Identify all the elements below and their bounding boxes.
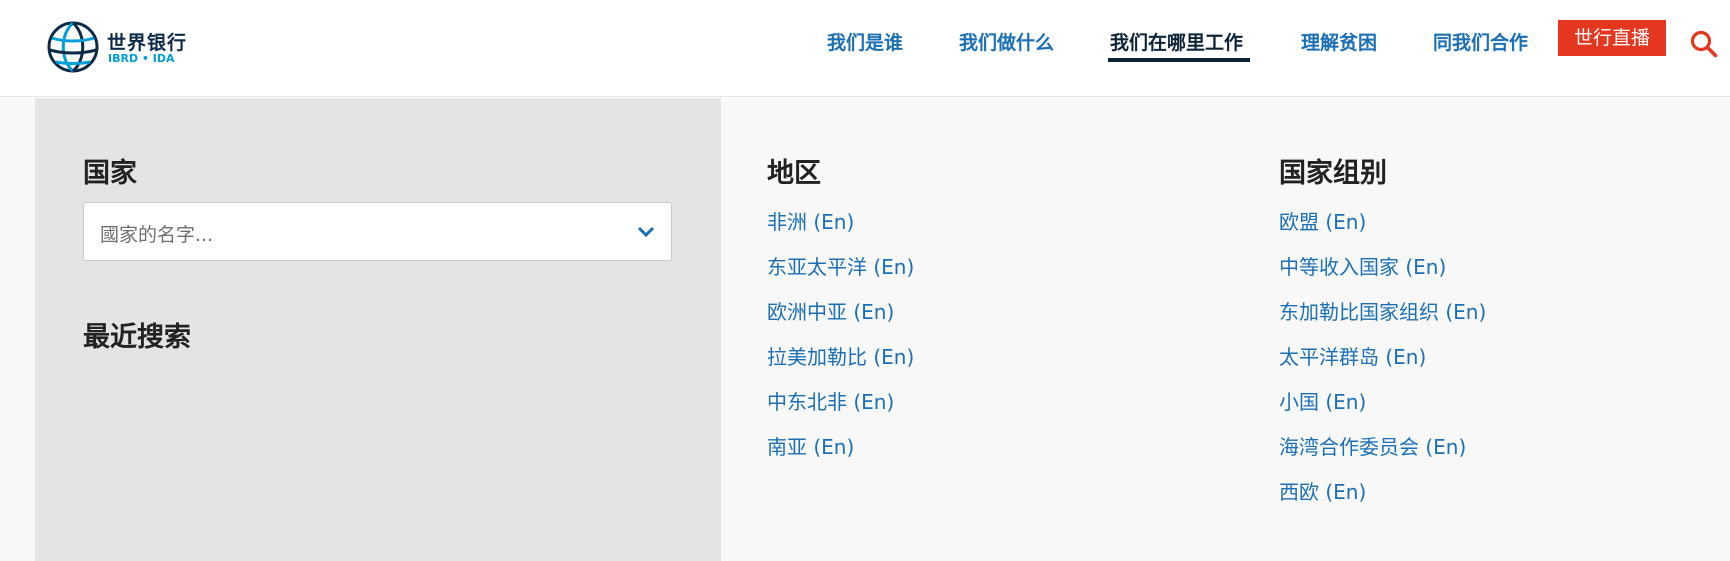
- live-button[interactable]: 世行直播: [1558, 20, 1666, 56]
- regions-heading: 地区: [767, 158, 821, 189]
- chevron-down-icon: [637, 226, 655, 238]
- logo-name-en: IBRD • IDA: [108, 52, 175, 65]
- globe-icon: [47, 21, 99, 73]
- left-gutter: [0, 98, 35, 561]
- regions-panel: [721, 98, 1730, 561]
- group-link-western-europe[interactable]: 西欧 (En): [1279, 476, 1366, 505]
- group-link-small-states[interactable]: 小国 (En): [1279, 386, 1366, 415]
- group-link-pacific-islands[interactable]: 太平洋群岛 (En): [1279, 341, 1426, 370]
- site-header: 世界银行 IBRD • IDA 我们是谁 我们做什么 我们在哪里工作 理解贫困 …: [0, 0, 1730, 97]
- region-link-africa[interactable]: 非洲 (En): [767, 206, 854, 235]
- region-link-europe-central-asia[interactable]: 欧洲中亚 (En): [767, 296, 894, 325]
- group-link-gcc[interactable]: 海湾合作委员会 (En): [1279, 431, 1466, 460]
- country-select-placeholder: 國家的名字...: [100, 224, 214, 246]
- active-nav-indicator: [1108, 58, 1250, 62]
- region-link-south-asia[interactable]: 南亚 (En): [767, 431, 854, 460]
- group-link-eu[interactable]: 欧盟 (En): [1279, 206, 1366, 235]
- group-link-oecs[interactable]: 东加勒比国家组织 (En): [1279, 296, 1486, 325]
- group-link-middle-income[interactable]: 中等收入国家 (En): [1279, 251, 1446, 280]
- logo-name-cn: 世界银行: [107, 32, 188, 54]
- country-select[interactable]: 國家的名字...: [83, 202, 672, 261]
- nav-work-with-us[interactable]: 同我们合作: [1433, 28, 1528, 55]
- region-link-middle-east-north-africa[interactable]: 中东北非 (En): [767, 386, 894, 415]
- nav-who-we-are[interactable]: 我们是谁: [827, 28, 903, 55]
- country-groups-heading: 国家组别: [1279, 158, 1387, 189]
- nav-what-we-do[interactable]: 我们做什么: [959, 28, 1054, 55]
- nav-understanding-poverty[interactable]: 理解贫困: [1301, 28, 1377, 55]
- countries-heading: 国家: [83, 158, 137, 189]
- region-link-latin-america-caribbean[interactable]: 拉美加勒比 (En): [767, 341, 914, 370]
- region-link-east-asia-pacific[interactable]: 东亚太平洋 (En): [767, 251, 914, 280]
- world-bank-logo[interactable]: 世界银行 IBRD • IDA: [46, 20, 206, 76]
- nav-where-we-work[interactable]: 我们在哪里工作: [1110, 28, 1243, 55]
- search-icon[interactable]: [1690, 30, 1718, 58]
- recent-searches-heading: 最近搜索: [83, 322, 191, 353]
